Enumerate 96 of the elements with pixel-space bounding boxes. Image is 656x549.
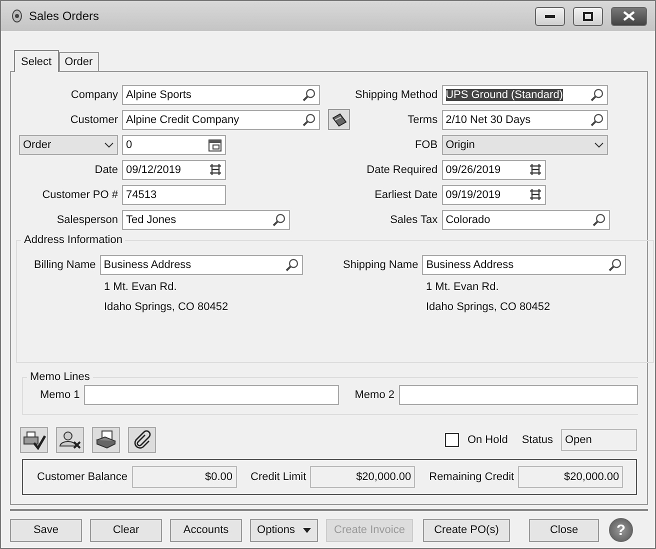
text-field[interactable] [398,385,638,405]
search-icon[interactable] [608,258,622,272]
lookup-field[interactable]: Colorado [442,210,610,230]
action-button[interactable]: Clear [90,518,162,542]
paperclip-icon [132,430,152,450]
action-button[interactable]: Accounts [170,518,242,542]
field-value: Alpine Credit Company [126,114,240,126]
search-icon[interactable] [302,88,316,102]
help-button[interactable]: ? [609,518,633,542]
field-label: Memo 1 [40,389,80,401]
number-field[interactable]: 0 [122,134,226,154]
field-label: FOB [414,138,438,150]
search-icon[interactable] [592,212,606,226]
user-remove-icon [58,430,82,450]
dropdown-field[interactable]: Origin [442,134,608,154]
search-icon[interactable] [590,88,604,102]
search-icon[interactable] [590,112,604,126]
field-label: Shipping Method [354,88,438,100]
field-label: Remaining Credit [429,471,514,483]
close-button[interactable] [611,6,647,26]
printer-icon [94,430,118,450]
amount-field: $0.00 [132,466,236,488]
close-icon [623,11,635,21]
field-label: Sales Tax [389,214,438,226]
field-value: Colorado [446,214,492,226]
lookup-field[interactable]: Ted Jones [122,210,290,230]
field-label: Company [70,88,118,100]
field-value: Ted Jones [126,214,178,226]
card-icon [331,112,347,126]
lookup-field[interactable]: Business Address [100,254,303,274]
search-icon[interactable] [284,258,299,272]
field-label: Date Required [366,164,438,176]
chevron-icon [594,142,604,148]
field-label: Terms [406,114,438,126]
action-button[interactable]: Save [10,518,82,542]
field-label: Salesperson [56,214,118,226]
text-field[interactable]: 74513 [122,184,226,204]
window-title: Sales Orders [29,9,100,23]
customer-card-button[interactable] [328,109,350,130]
group-title: Address Information [23,234,124,246]
field-value: UPS Ground (Standard) [446,88,563,100]
remove-contact-button[interactable] [56,427,84,453]
field-label: Customer [69,114,118,126]
address-line: 1 Mt. Evan Rd. [103,280,178,295]
field-value: Alpine Sports [126,88,192,100]
calendar-icon[interactable] [208,138,222,152]
tab[interactable]: Order [58,52,99,71]
field-label: Billing Name [34,258,96,270]
text-field[interactable] [84,385,339,405]
calendar-icon[interactable] [528,163,542,176]
minimize-button[interactable] [535,6,565,26]
tab[interactable]: Select [14,50,59,72]
lookup-field[interactable]: Alpine Credit Company [122,110,320,130]
search-icon[interactable] [302,112,316,126]
print-button[interactable] [92,427,120,453]
checkbox-label: On Hold [467,434,508,446]
address-line: Idaho Springs, CO 80452 [425,300,552,315]
lookup-field[interactable]: UPS Ground (Standard) [442,84,608,104]
lookup-field[interactable]: Business Address [422,254,626,274]
field-label: Credit Limit [250,471,306,483]
minimize-icon [545,14,555,18]
field-value: 2/10 Net 30 Days [446,114,532,126]
calendar-icon[interactable] [528,188,542,201]
maximize-button[interactable] [573,6,603,26]
dropdown-field[interactable]: Order [19,134,118,154]
field-label: Customer PO # [41,188,118,200]
date-field[interactable]: 09/19/2019 [442,184,546,204]
date-field[interactable]: 09/12/2019 [122,160,226,180]
printer-check-icon [22,430,46,450]
field-label: Memo 2 [354,389,394,401]
options-menu-button[interactable]: Options [250,518,318,542]
caret-icon [302,528,311,532]
app-icon [11,9,23,23]
search-icon[interactable] [272,212,286,226]
field-label: Earliest Date [374,188,438,200]
field-label: Shipping Name [343,258,418,270]
amount-field: $20,000.00 [310,466,416,488]
date-field[interactable]: 09/26/2019 [442,160,546,180]
lookup-field[interactable]: 2/10 Net 30 Days [442,110,608,130]
action-button[interactable]: Create PO(s) [423,518,510,542]
group-title: Memo Lines [29,371,91,383]
field-label: Status [522,434,553,446]
chevron-icon [104,142,114,148]
address-line: 1 Mt. Evan Rd. [425,280,500,295]
lookup-field[interactable]: Alpine Sports [122,84,320,104]
maximize-icon [583,12,593,20]
address-line: Idaho Springs, CO 80452 [103,300,230,315]
calendar-icon[interactable] [209,163,222,176]
status-field: Open [561,429,637,451]
attach-button[interactable] [128,427,156,453]
amount-field: $20,000.00 [518,466,624,488]
action-button[interactable]: Close [529,518,599,542]
print-confirm-button[interactable] [20,427,48,453]
field-label: Customer Balance [37,471,128,483]
field-label: Date [94,164,118,176]
checkbox[interactable] [445,433,460,447]
